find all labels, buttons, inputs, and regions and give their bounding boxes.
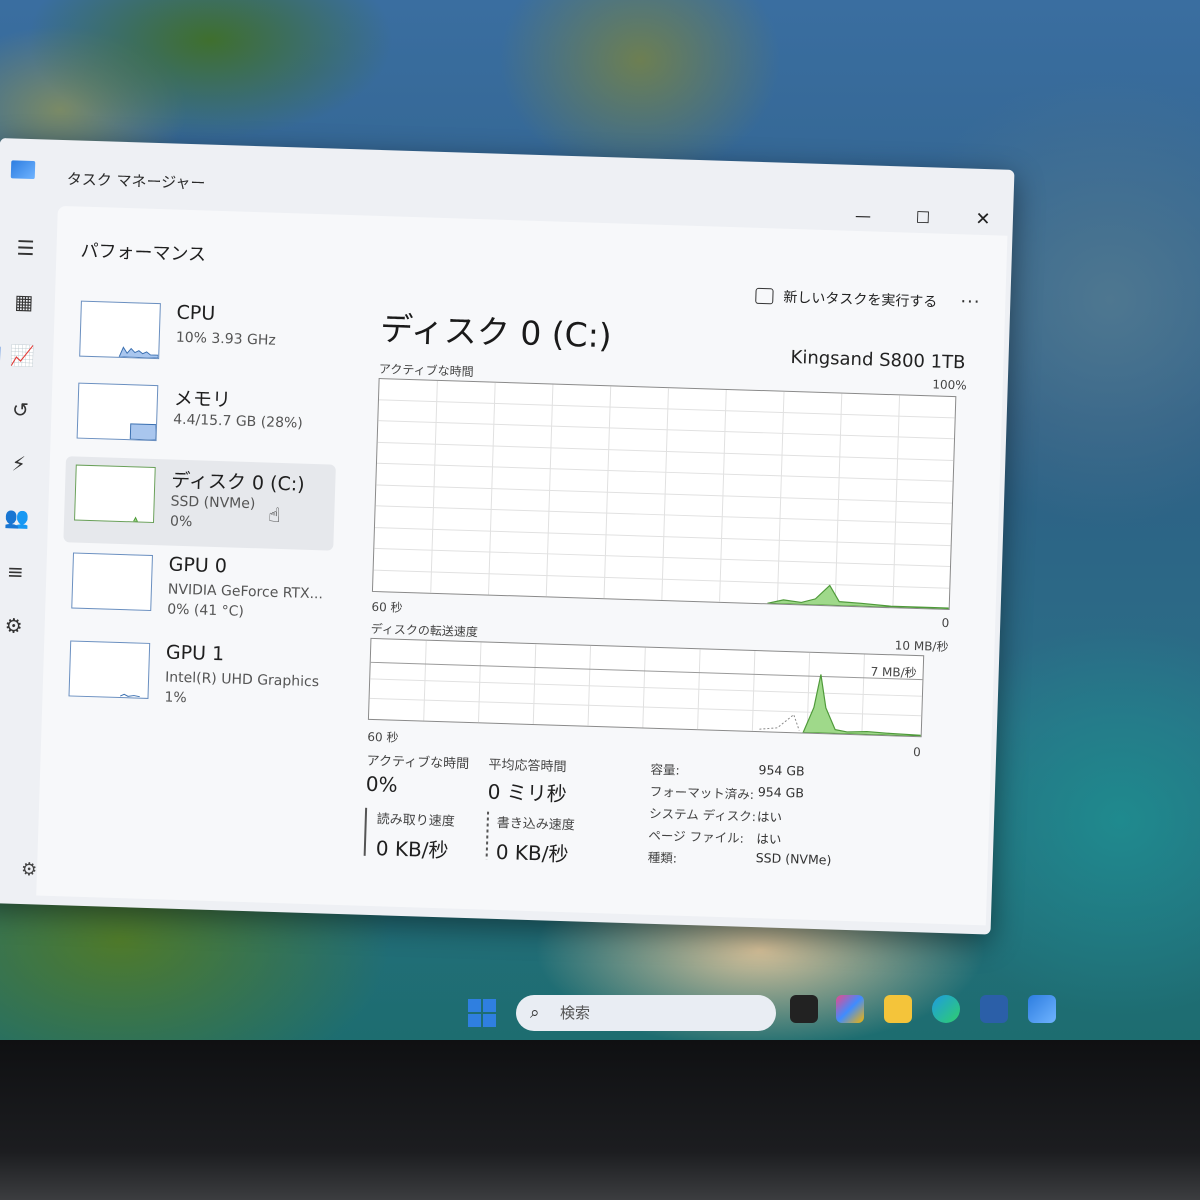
- device-list: CPU 10% 3.93 GHz メモリ 4.4/15.7 GB (28%) デ…: [52, 292, 349, 900]
- processes-icon[interactable]: ▦: [10, 288, 37, 315]
- maximize-button[interactable]: ☐: [899, 202, 946, 233]
- transfer-zero-label: 0: [912, 744, 922, 760]
- prop-label: 容量:: [650, 761, 680, 778]
- disk-detail-panel: ディスク 0 (C:) Kingsand S800 1TB アクティブな時間 1…: [356, 302, 975, 921]
- details-icon[interactable]: ≡: [2, 558, 29, 585]
- edge-icon[interactable]: [932, 995, 960, 1023]
- windows-start-icon[interactable]: [468, 999, 496, 1027]
- search-icon: ⌕: [530, 1003, 540, 1023]
- menu-icon[interactable]: ☰: [12, 234, 39, 261]
- minimize-button[interactable]: —: [840, 200, 887, 231]
- gpu0-thumbnail-graph: [71, 552, 153, 611]
- taskbar: ⌕ 検索: [440, 985, 1100, 1033]
- file-explorer-icon[interactable]: [884, 995, 912, 1023]
- disk-stats: アクティブな時間 0% 平均応答時間 0 ミリ秒 読み取り速度 0 KB/秒 書…: [357, 742, 961, 901]
- prop-value: SSD (NVMe): [755, 850, 832, 868]
- device-name: ディスク 0 (C:): [170, 469, 305, 496]
- settings-icon[interactable]: ⚙: [21, 859, 38, 880]
- device-item-disk-0[interactable]: ディスク 0 (C:) SSD (NVMe) 0% ☝: [63, 456, 336, 551]
- services-icon[interactable]: ⚙: [0, 612, 27, 639]
- prop-value: 954 GB: [758, 762, 805, 779]
- device-sub2: 1%: [164, 689, 187, 707]
- device-sub: Intel(R) UHD Graphics: [164, 669, 320, 691]
- device-item-gpu-1[interactable]: GPU 1 Intel(R) UHD Graphics 1%: [58, 632, 331, 726]
- write-speed-bar: [485, 811, 490, 860]
- prop-value: はい: [756, 809, 783, 825]
- run-new-task-button[interactable]: 新しいタスクを実行する: [755, 286, 938, 312]
- window-title: タスク マネージャー: [66, 170, 206, 193]
- device-name: CPU: [176, 301, 216, 325]
- read-speed-label: 読み取り速度: [376, 812, 455, 830]
- hand-cursor-icon: ☝: [267, 502, 281, 527]
- active-time-graph: [371, 378, 957, 611]
- memory-thumbnail-graph: [76, 382, 159, 442]
- monitor-bezel: [0, 1040, 1200, 1200]
- prop-label: フォーマット済み:: [649, 783, 755, 803]
- run-task-label: 新しいタスクを実行する: [783, 289, 938, 311]
- close-button[interactable]: ✕: [959, 204, 1006, 235]
- active-time-graph-label: アクティブな時間: [378, 362, 474, 379]
- disk-title: ディスク 0 (C:): [379, 309, 613, 356]
- cpu-thumbnail-graph: [79, 300, 161, 360]
- device-sub2: 0% (41 °C): [167, 601, 245, 620]
- active-time-stat-value: 0%: [365, 771, 398, 797]
- new-task-icon: [755, 287, 774, 305]
- active-time-zero-label: 0: [941, 615, 950, 631]
- read-speed-bar: [363, 807, 368, 856]
- app-history-icon[interactable]: ↺: [7, 396, 34, 423]
- gpu1-thumbnail-graph: [68, 640, 151, 699]
- main-content: パフォーマンス 新しいタスクを実行する ... CPU 10% 3.93 GHz: [36, 205, 1008, 926]
- store-icon[interactable]: [980, 995, 1008, 1023]
- prop-label: 種類:: [647, 849, 678, 866]
- device-item-memory[interactable]: メモリ 4.4/15.7 GB (28%): [66, 374, 339, 468]
- write-speed-label: 書き込み速度: [496, 815, 575, 834]
- startup-apps-icon[interactable]: ⚡: [5, 450, 32, 477]
- disk-model: Kingsand S800 1TB: [790, 346, 966, 374]
- prop-label: システム ディスク:: [648, 805, 757, 825]
- device-sub: 10% 3.93 GHz: [175, 329, 276, 349]
- transfer-graph-label: ディスクの転送速度: [370, 621, 479, 640]
- device-sub: NVIDIA GeForce RTX...: [167, 581, 324, 603]
- taskbar-search-box[interactable]: ⌕ 検索: [516, 995, 776, 1031]
- avg-response-value: 0 ミリ秒: [487, 779, 568, 807]
- device-sub: SSD (NVMe): [170, 493, 256, 513]
- disk-thumbnail-graph: [74, 464, 156, 524]
- write-speed-value: 0 KB/秒: [495, 839, 569, 867]
- device-sub: 4.4/15.7 GB (28%): [172, 411, 303, 432]
- device-name: GPU 0: [168, 553, 228, 578]
- device-name: GPU 1: [165, 641, 225, 666]
- prop-label: ページ ファイル:: [648, 827, 745, 846]
- transfer-rate-graph: 7 MB/秒: [367, 637, 925, 738]
- page-title: パフォーマンス: [80, 240, 207, 266]
- device-item-gpu-0[interactable]: GPU 0 NVIDIA GeForce RTX... 0% (41 °C): [61, 544, 334, 638]
- search-placeholder: 検索: [560, 1004, 591, 1022]
- prop-value: はい: [756, 831, 782, 847]
- users-icon[interactable]: 👥: [4, 504, 31, 531]
- transfer-mid-label: 7 MB/秒: [870, 664, 917, 681]
- device-sub2: 0%: [169, 513, 193, 531]
- avg-response-label: 平均応答時間: [488, 757, 567, 776]
- task-view-icon[interactable]: [790, 995, 818, 1023]
- device-item-cpu[interactable]: CPU 10% 3.93 GHz: [68, 292, 341, 386]
- task-manager-window: タスク マネージャー — ☐ ✕ ☰ ▦ 📈 ↺ ⚡ 👥 ≡ ⚙ ⚙ パフォーマ…: [0, 138, 1015, 935]
- more-options-button[interactable]: ...: [960, 286, 981, 308]
- read-speed-value: 0 KB/秒: [375, 836, 449, 863]
- task-manager-icon: [10, 160, 36, 180]
- active-time-stat-label: アクティブな時間: [366, 753, 470, 773]
- copilot-icon[interactable]: [836, 995, 864, 1023]
- device-name: メモリ: [173, 387, 232, 412]
- active-time-max-label: 100%: [932, 377, 967, 393]
- task-manager-taskbar-icon[interactable]: [1028, 995, 1056, 1023]
- transfer-max-label: 10 MB/秒: [894, 638, 949, 655]
- performance-icon[interactable]: 📈: [9, 342, 36, 369]
- prop-value: 954 GB: [757, 784, 805, 801]
- active-time-time-label: 60 秒: [371, 599, 403, 615]
